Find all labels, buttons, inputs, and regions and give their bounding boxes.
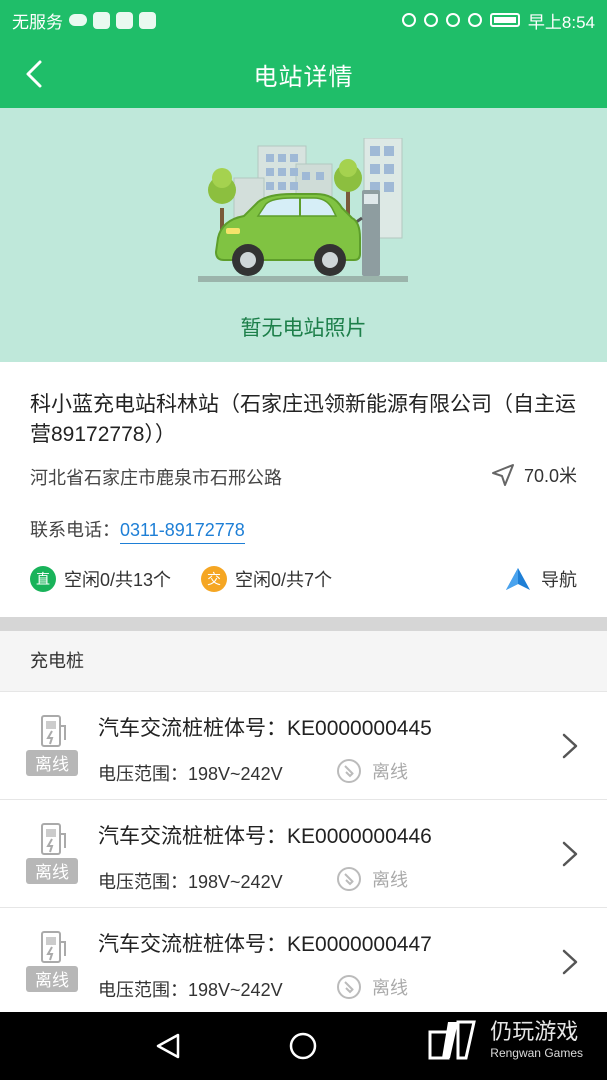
pile-name: 汽车交流桩桩体号：KE0000000445 [98, 717, 432, 740]
pile-offline-badge: 离线 [35, 755, 69, 774]
wifi-icon [445, 13, 460, 27]
pile-list-item[interactable]: 离线 汽车交流桩桩体号：KE0000000446 电压范围：198V~242V … [0, 799, 607, 907]
offline-plug-icon [337, 975, 361, 999]
ac-availability: 交 空闲0/共7个 [201, 566, 332, 592]
section-divider [0, 617, 607, 631]
station-address: 河北省石家庄市鹿泉市石邢公路 [30, 468, 282, 488]
navigate-button[interactable]: 导航 [505, 566, 577, 592]
pile-state-text: 离线 [372, 762, 408, 782]
pile-name: 汽车交流桩桩体号：KE0000000447 [98, 933, 432, 956]
carrier-text: 无服务 [12, 12, 63, 32]
music-icon [116, 11, 133, 29]
pile-voltage: 电压范围：198V~242V [98, 764, 283, 784]
station-info-card: 科小蓝充电站科林站（石家庄迅领新能源有限公司（自主运营89172778）） 河北… [0, 362, 607, 618]
chevron-right-icon [562, 949, 578, 975]
phone-link[interactable]: 0311-89172778 [120, 520, 245, 544]
phone-label: 联系电话： [30, 520, 120, 540]
watermark: 仍玩游戏 Rengwan Games [490, 1014, 583, 1060]
phone-row: 联系电话： 0311-89172778 [30, 516, 245, 544]
telegram-icon [93, 11, 110, 29]
pile-offline-badge: 离线 [35, 863, 69, 882]
distance-value: 70.0米 [523, 466, 577, 486]
no-photo-caption: 暂无电站照片 [240, 317, 367, 340]
watermark-subtitle: Rengwan Games [490, 1046, 583, 1060]
watermark-title: 仍玩游戏 [490, 1019, 579, 1044]
home-circle-icon[interactable] [288, 1031, 318, 1061]
dc-badge: 直 [30, 566, 56, 592]
rengwan-logo [428, 1020, 476, 1060]
map-pin-app-icon [139, 11, 156, 29]
ev-car-illustration [198, 138, 408, 282]
back-triangle-icon[interactable] [154, 1032, 182, 1060]
pile-voltage: 电压范围：198V~242V [98, 872, 283, 892]
location-status-icon [401, 13, 416, 27]
offline-plug-icon [337, 759, 361, 783]
charging-piles-header: 充电桩 [0, 631, 607, 691]
vibrate-icon [423, 13, 438, 27]
station-photo-placeholder: 暂无电站照片 [0, 108, 607, 362]
back-chevron-icon[interactable] [18, 58, 50, 90]
pile-offline-badge: 离线 [35, 971, 69, 990]
navigation-arrow-icon [491, 464, 514, 486]
chevron-right-icon [562, 841, 578, 867]
page-title: 电站详情 [253, 63, 354, 91]
ac-badge: 交 [201, 566, 228, 592]
dc-availability: 直 空闲0/共13个 [30, 566, 171, 592]
pile-state: 离线 [336, 758, 408, 784]
navigate-icon [506, 568, 530, 590]
pile-state: 离线 [336, 974, 408, 1000]
station-name: 科小蓝充电站科林站（石家庄迅领新能源有限公司（自主运营89172778）） [30, 393, 576, 446]
station-distance: 70.0米 [490, 462, 577, 488]
pile-state: 离线 [336, 866, 408, 892]
pile-name: 汽车交流桩桩体号：KE0000000446 [98, 825, 432, 848]
pile-list-item[interactable]: 离线 汽车交流桩桩体号：KE0000000445 电压范围：198V~242V … [0, 691, 607, 799]
status-bar: 无服务 早上8:54 [0, 0, 607, 40]
charging-pile-list: 离线 汽车交流桩桩体号：KE0000000445 电压范围：198V~242V … [0, 691, 607, 1015]
pile-state-text: 离线 [372, 870, 408, 890]
ac-status-text: 空闲0/共7个 [235, 570, 333, 590]
clock-text: 早上8:54 [527, 12, 595, 32]
pile-list-item[interactable]: 离线 汽车交流桩桩体号：KE0000000447 电压范围：198V~242V … [0, 907, 607, 1015]
pile-voltage: 电压范围：198V~242V [98, 980, 283, 1000]
battery-icon [489, 13, 520, 27]
offline-plug-icon [337, 867, 361, 891]
availability-row: 直 空闲0/共13个 交 空闲0/共7个 导航 [30, 566, 577, 592]
app-header: 电站详情 [0, 40, 607, 108]
navigate-label: 导航 [541, 570, 577, 590]
pile-state-text: 离线 [372, 978, 408, 998]
chevron-right-icon [562, 733, 578, 759]
alert-icon [467, 13, 482, 27]
cloud-icon [69, 14, 87, 26]
dc-status-text: 空闲0/共13个 [64, 570, 172, 590]
